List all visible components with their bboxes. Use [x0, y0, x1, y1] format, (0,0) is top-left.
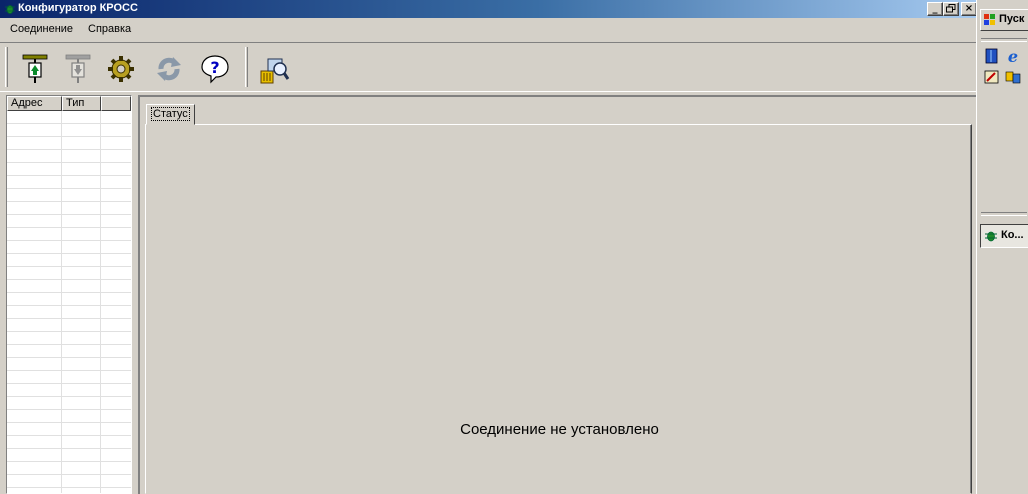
toolbar-grip[interactable]	[245, 47, 248, 87]
quick-launch-book-icon[interactable]	[984, 48, 1000, 64]
quick-launch-desktop-icon[interactable]	[984, 69, 1000, 85]
device-search-icon	[260, 58, 290, 84]
device-list[interactable]: Адрес Тип	[6, 95, 132, 494]
refresh-icon	[157, 57, 181, 81]
taskbar-item-label: Ко...	[1001, 229, 1024, 241]
list-header: Адрес Тип	[7, 96, 131, 111]
minimize-button[interactable]: _	[927, 2, 943, 16]
toolbar-grip[interactable]	[5, 47, 8, 87]
start-button[interactable]: Пуск	[980, 9, 1028, 31]
windows-logo-icon	[984, 14, 995, 25]
menu-connection[interactable]: Соединение	[10, 23, 73, 35]
taskbar: Пуск e Ко...	[976, 0, 1028, 494]
connect-button[interactable]	[16, 50, 54, 88]
svg-text:?: ?	[210, 58, 219, 77]
help-icon: ?	[201, 55, 229, 84]
disconnect-button[interactable]	[59, 50, 97, 88]
app-bug-icon	[985, 231, 997, 242]
menu-bar: Соединение Справка	[0, 18, 976, 42]
column-header-extra[interactable]	[101, 96, 131, 111]
settings-button[interactable]	[102, 50, 140, 88]
disconnect-icon	[65, 54, 91, 83]
panel-splitter[interactable]	[132, 95, 136, 494]
close-button[interactable]: ×	[961, 2, 977, 16]
taskbar-separator	[981, 38, 1027, 42]
quick-launch-sync-icon[interactable]	[1005, 69, 1021, 85]
settings-gear-icon	[108, 56, 134, 82]
device-search-button[interactable]	[255, 50, 293, 88]
column-header-type[interactable]: Тип	[62, 96, 101, 111]
toolbar: ?	[0, 42, 976, 92]
connection-status-message: Соединение не установлено	[460, 421, 659, 438]
svg-text:e: e	[1008, 48, 1018, 64]
tab-status[interactable]: Статус	[146, 104, 195, 125]
connect-icon	[22, 54, 48, 83]
maximize-button[interactable]	[943, 2, 959, 16]
taskbar-separator	[981, 212, 1027, 216]
taskbar-item-configurator[interactable]: Ко...	[980, 224, 1028, 248]
title-bar[interactable]: Конфигуратор КРОСС _ ×	[0, 0, 977, 18]
refresh-button[interactable]	[150, 50, 188, 88]
tab-status-label: Статус	[151, 107, 190, 121]
restore-icon	[946, 4, 956, 13]
window-title: Конфигуратор КРОСС	[18, 2, 138, 14]
help-button[interactable]: ?	[196, 50, 234, 88]
start-label: Пуск	[999, 13, 1025, 25]
status-tab-page: Соединение не установлено	[145, 124, 972, 494]
menu-help[interactable]: Справка	[88, 23, 131, 35]
quick-launch-ie-icon[interactable]: e	[1005, 48, 1021, 64]
main-window: Конфигуратор КРОСС _ × Соединение Справк…	[0, 0, 977, 494]
column-header-address[interactable]: Адрес	[7, 96, 62, 111]
list-grid[interactable]	[7, 111, 131, 493]
app-bug-icon	[5, 5, 15, 14]
